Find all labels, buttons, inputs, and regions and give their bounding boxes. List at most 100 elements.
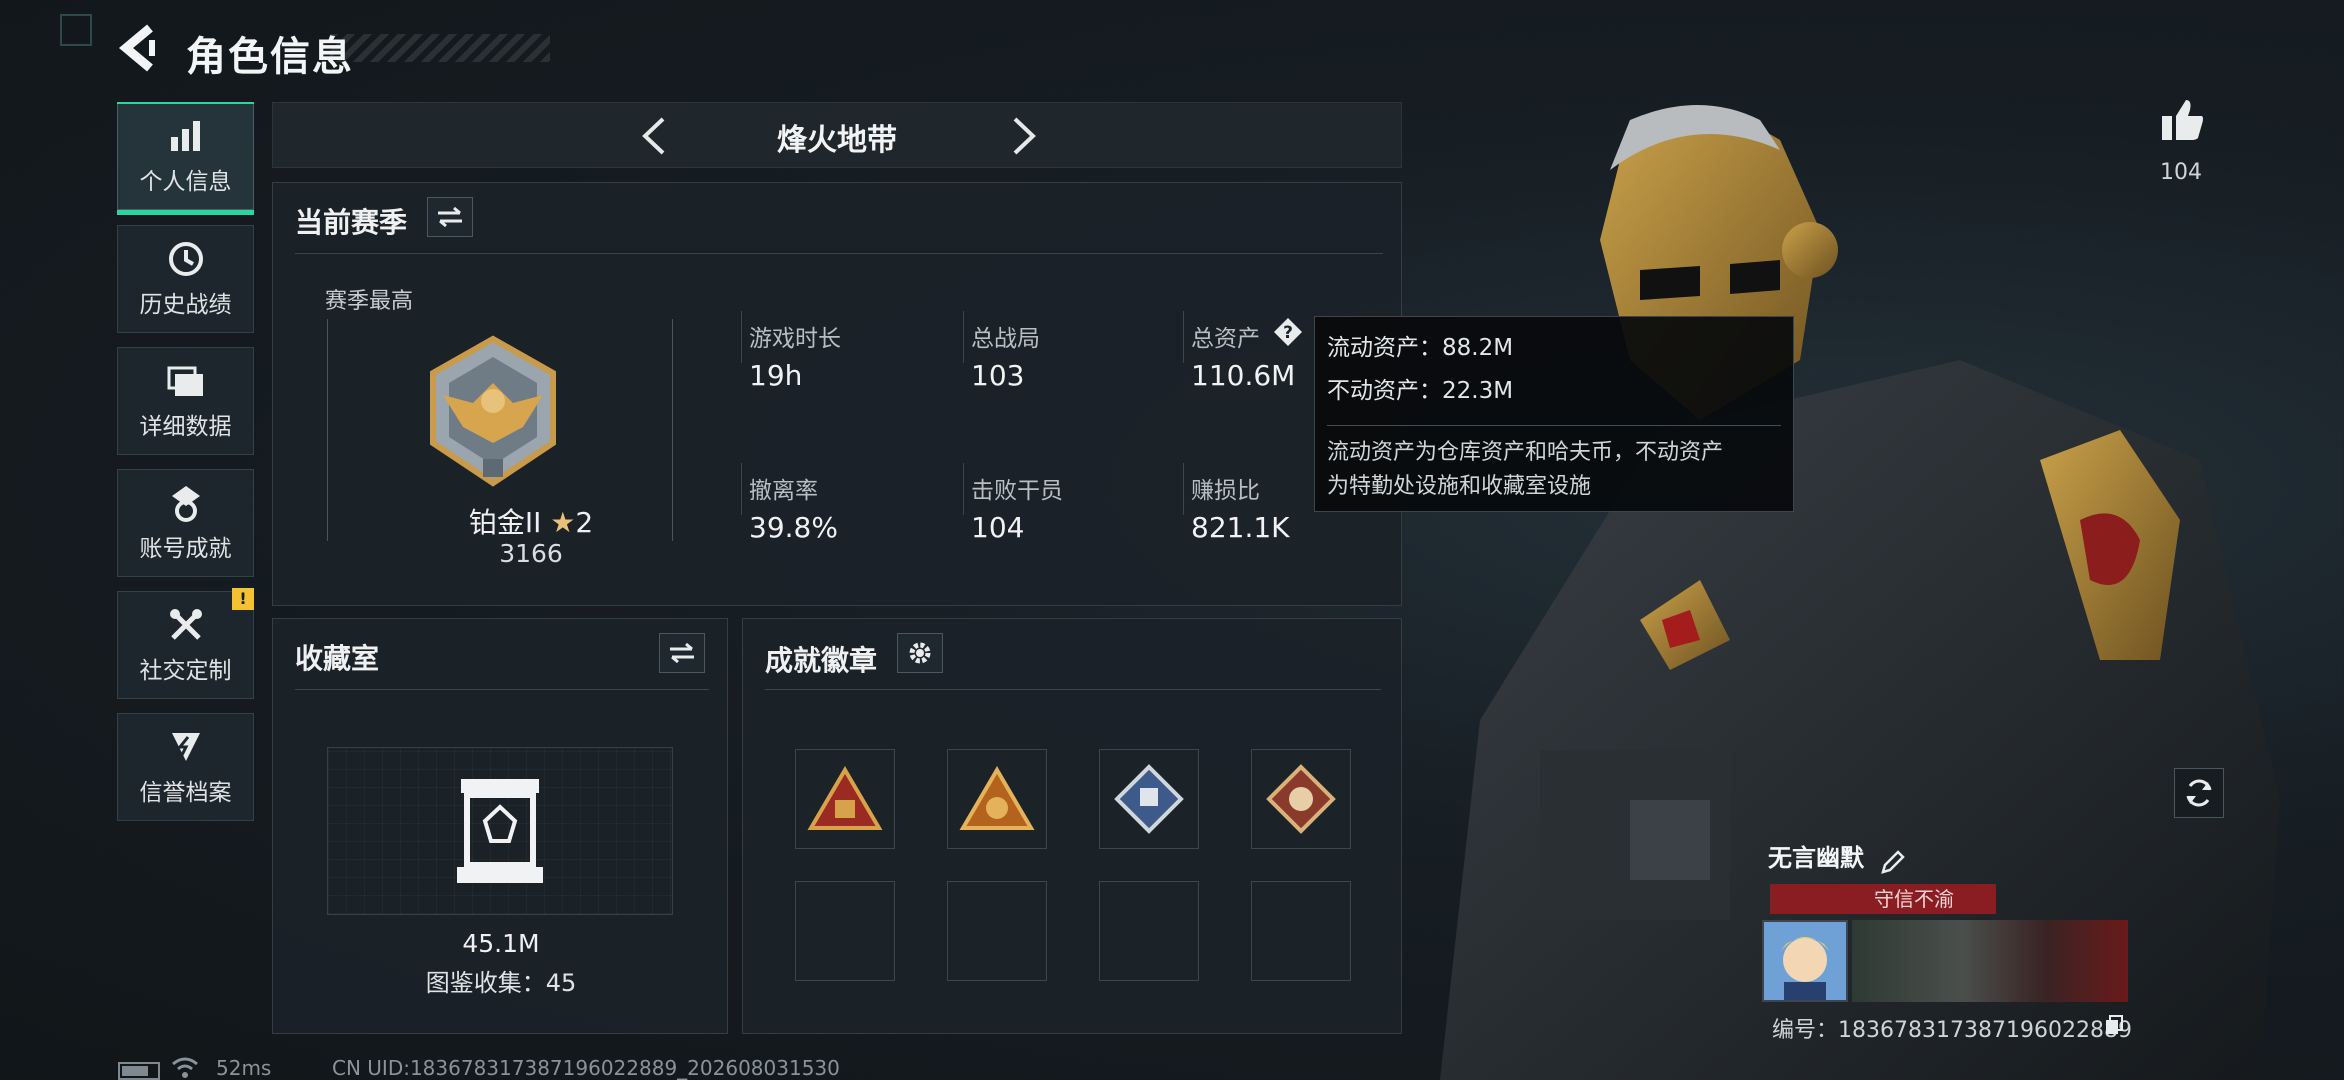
triangle-orange-badge-icon xyxy=(959,766,1035,830)
thumbs-up-icon xyxy=(2162,100,2203,140)
diamond-red-badge-icon xyxy=(1266,764,1336,834)
achievements-panel: 成就徽章 xyxy=(742,618,1402,1034)
collection-value: 45.1M xyxy=(462,929,540,958)
edit-name-button[interactable] xyxy=(1879,848,1907,876)
season-switch-button[interactable] xyxy=(427,197,473,237)
clock-history-icon xyxy=(166,239,206,279)
tooltip-desc-line: 为特勤处设施和收藏室设施 xyxy=(1327,474,1592,499)
shield-lightning-icon xyxy=(166,727,206,767)
copy-uid-button[interactable] xyxy=(2104,1014,2124,1036)
sidebar-item-credit[interactable]: 信誉档案 xyxy=(117,713,254,821)
battery-icon xyxy=(118,1062,160,1080)
rank-points: 3166 xyxy=(499,539,563,568)
rank-name: 铂金II xyxy=(468,506,542,539)
bar-chart-icon xyxy=(166,116,206,156)
ping-value: 52ms xyxy=(216,1056,272,1080)
rotate-model-button[interactable] xyxy=(2174,768,2224,818)
achievements-settings-button[interactable] xyxy=(897,633,943,673)
page-title: 角色信息 xyxy=(186,34,354,80)
divider xyxy=(963,311,964,363)
season-panel: 当前赛季 赛季最高 铂金II ★2 3166 游戏时长 19h 总战局 103 … xyxy=(272,182,1402,606)
footer-uid: CN UID:18367831738719602288​9_2026080315… xyxy=(332,1056,840,1080)
avatar[interactable] xyxy=(1762,920,1848,1002)
triangle-red-badge-icon xyxy=(807,766,883,830)
divider xyxy=(1183,463,1184,515)
rank-emblem-icon xyxy=(413,333,573,497)
svg-text:?: ? xyxy=(1283,323,1293,343)
empty-badge-slot[interactable] xyxy=(1251,881,1351,981)
collection-catalog: 图鉴收集：45 xyxy=(425,969,577,997)
tooltip-fixed-assets: 不动资产：22.3M xyxy=(1327,378,1514,404)
rank-stars: 2 xyxy=(575,506,594,539)
stat-label-playtime: 游戏时长 xyxy=(749,326,841,352)
pencil-icon xyxy=(1881,849,1905,874)
tools-icon xyxy=(166,605,206,645)
back-button[interactable] xyxy=(112,22,164,74)
sidebar-item-label: 详细数据 xyxy=(139,414,232,440)
season-highest-label: 赛季最高 xyxy=(325,289,414,314)
divider xyxy=(765,689,1381,690)
empty-badge-slot[interactable] xyxy=(795,881,895,981)
collection-title: 收藏室 xyxy=(295,642,380,675)
player-name: 无言幽默 xyxy=(1768,844,1864,872)
refresh-icon xyxy=(2186,779,2212,807)
stat-value-playtime: 19h xyxy=(749,359,803,392)
stat-label-assets: 总资产 xyxy=(1191,326,1260,352)
swap-icon xyxy=(670,642,694,664)
tooltip-desc-line: 流动资产为仓库资产和哈夫币，不动资产 xyxy=(1327,440,1724,465)
back-arrow-icon xyxy=(118,24,155,72)
chevron-right-icon xyxy=(1013,117,1036,155)
divider xyxy=(295,689,709,690)
achievement-badge[interactable] xyxy=(1099,749,1199,849)
collection-switch-button[interactable] xyxy=(659,633,705,673)
folder-stack-icon xyxy=(166,361,206,401)
divider xyxy=(741,311,742,363)
stat-value-matches: 103 xyxy=(971,359,1025,392)
wifi-icon xyxy=(170,1054,200,1080)
player-uid: 编号：18367831738719602288​9 xyxy=(1772,1012,2132,1044)
like-count: 104 xyxy=(2160,160,2202,185)
stat-label-kills: 击败干员 xyxy=(971,478,1063,504)
empty-badge-slot[interactable] xyxy=(947,881,1047,981)
achievement-badge[interactable] xyxy=(795,749,895,849)
stat-value-profit-ratio: 821.1K xyxy=(1191,511,1290,544)
sidebar-item-label: 账号成就 xyxy=(139,536,232,562)
sidebar-item-label: 历史战绩 xyxy=(139,292,232,318)
sidebar-item-personal-info[interactable]: 个人信息 xyxy=(117,102,254,215)
sidebar-item-history[interactable]: 历史战绩 xyxy=(117,225,254,333)
divider xyxy=(741,463,742,515)
rank-name-row: 铂金II ★2 xyxy=(431,501,631,541)
display-case-icon xyxy=(453,775,547,891)
assets-tooltip: 流动资产：88.2M 不动资产：22.3M 流动资产为仓库资产和哈夫币，不动资产… xyxy=(1314,316,1794,512)
uid-label: 编号： xyxy=(1772,1018,1839,1043)
divider xyxy=(963,463,964,515)
player-title-badge: 守信不渝 xyxy=(1770,884,1996,914)
uid-value: 18367831738719602288​9 xyxy=(1838,1018,2132,1043)
like-button[interactable] xyxy=(2158,96,2206,144)
tooltip-liquid-assets: 流动资产：88.2M xyxy=(1327,335,1514,361)
empty-badge-slot[interactable] xyxy=(1099,881,1199,981)
player-name-row: 无言幽默 xyxy=(1768,838,1907,876)
sidebar-item-label: 个人信息 xyxy=(139,169,232,195)
divider xyxy=(295,253,1383,254)
mode-selector: 烽火地带 xyxy=(272,102,1402,168)
name-card-banner[interactable] xyxy=(1852,920,2128,1002)
achievement-badge[interactable] xyxy=(1251,749,1351,849)
gear-icon xyxy=(909,642,931,664)
help-icon[interactable]: ? xyxy=(1273,317,1303,347)
season-title: 当前赛季 xyxy=(295,206,408,239)
next-mode-button[interactable] xyxy=(1001,113,1045,159)
avatar-portrait xyxy=(1764,922,1846,1000)
title-stripes xyxy=(330,34,550,62)
stat-label-profit-ratio: 赚损比 xyxy=(1191,478,1260,504)
stat-label-extract-rate: 撤离率 xyxy=(749,478,818,504)
sidebar-item-details[interactable]: 详细数据 xyxy=(117,347,254,455)
stat-label-matches: 总战局 xyxy=(971,326,1040,352)
achievements-title: 成就徽章 xyxy=(765,644,878,677)
corner-decoration xyxy=(60,14,92,46)
medal-icon xyxy=(166,483,206,523)
achievement-badge[interactable] xyxy=(947,749,1047,849)
mode-title: 烽火地带 xyxy=(777,123,897,158)
stat-value-kills: 104 xyxy=(971,511,1025,544)
sidebar-item-achievements[interactable]: 账号成就 xyxy=(117,469,254,577)
